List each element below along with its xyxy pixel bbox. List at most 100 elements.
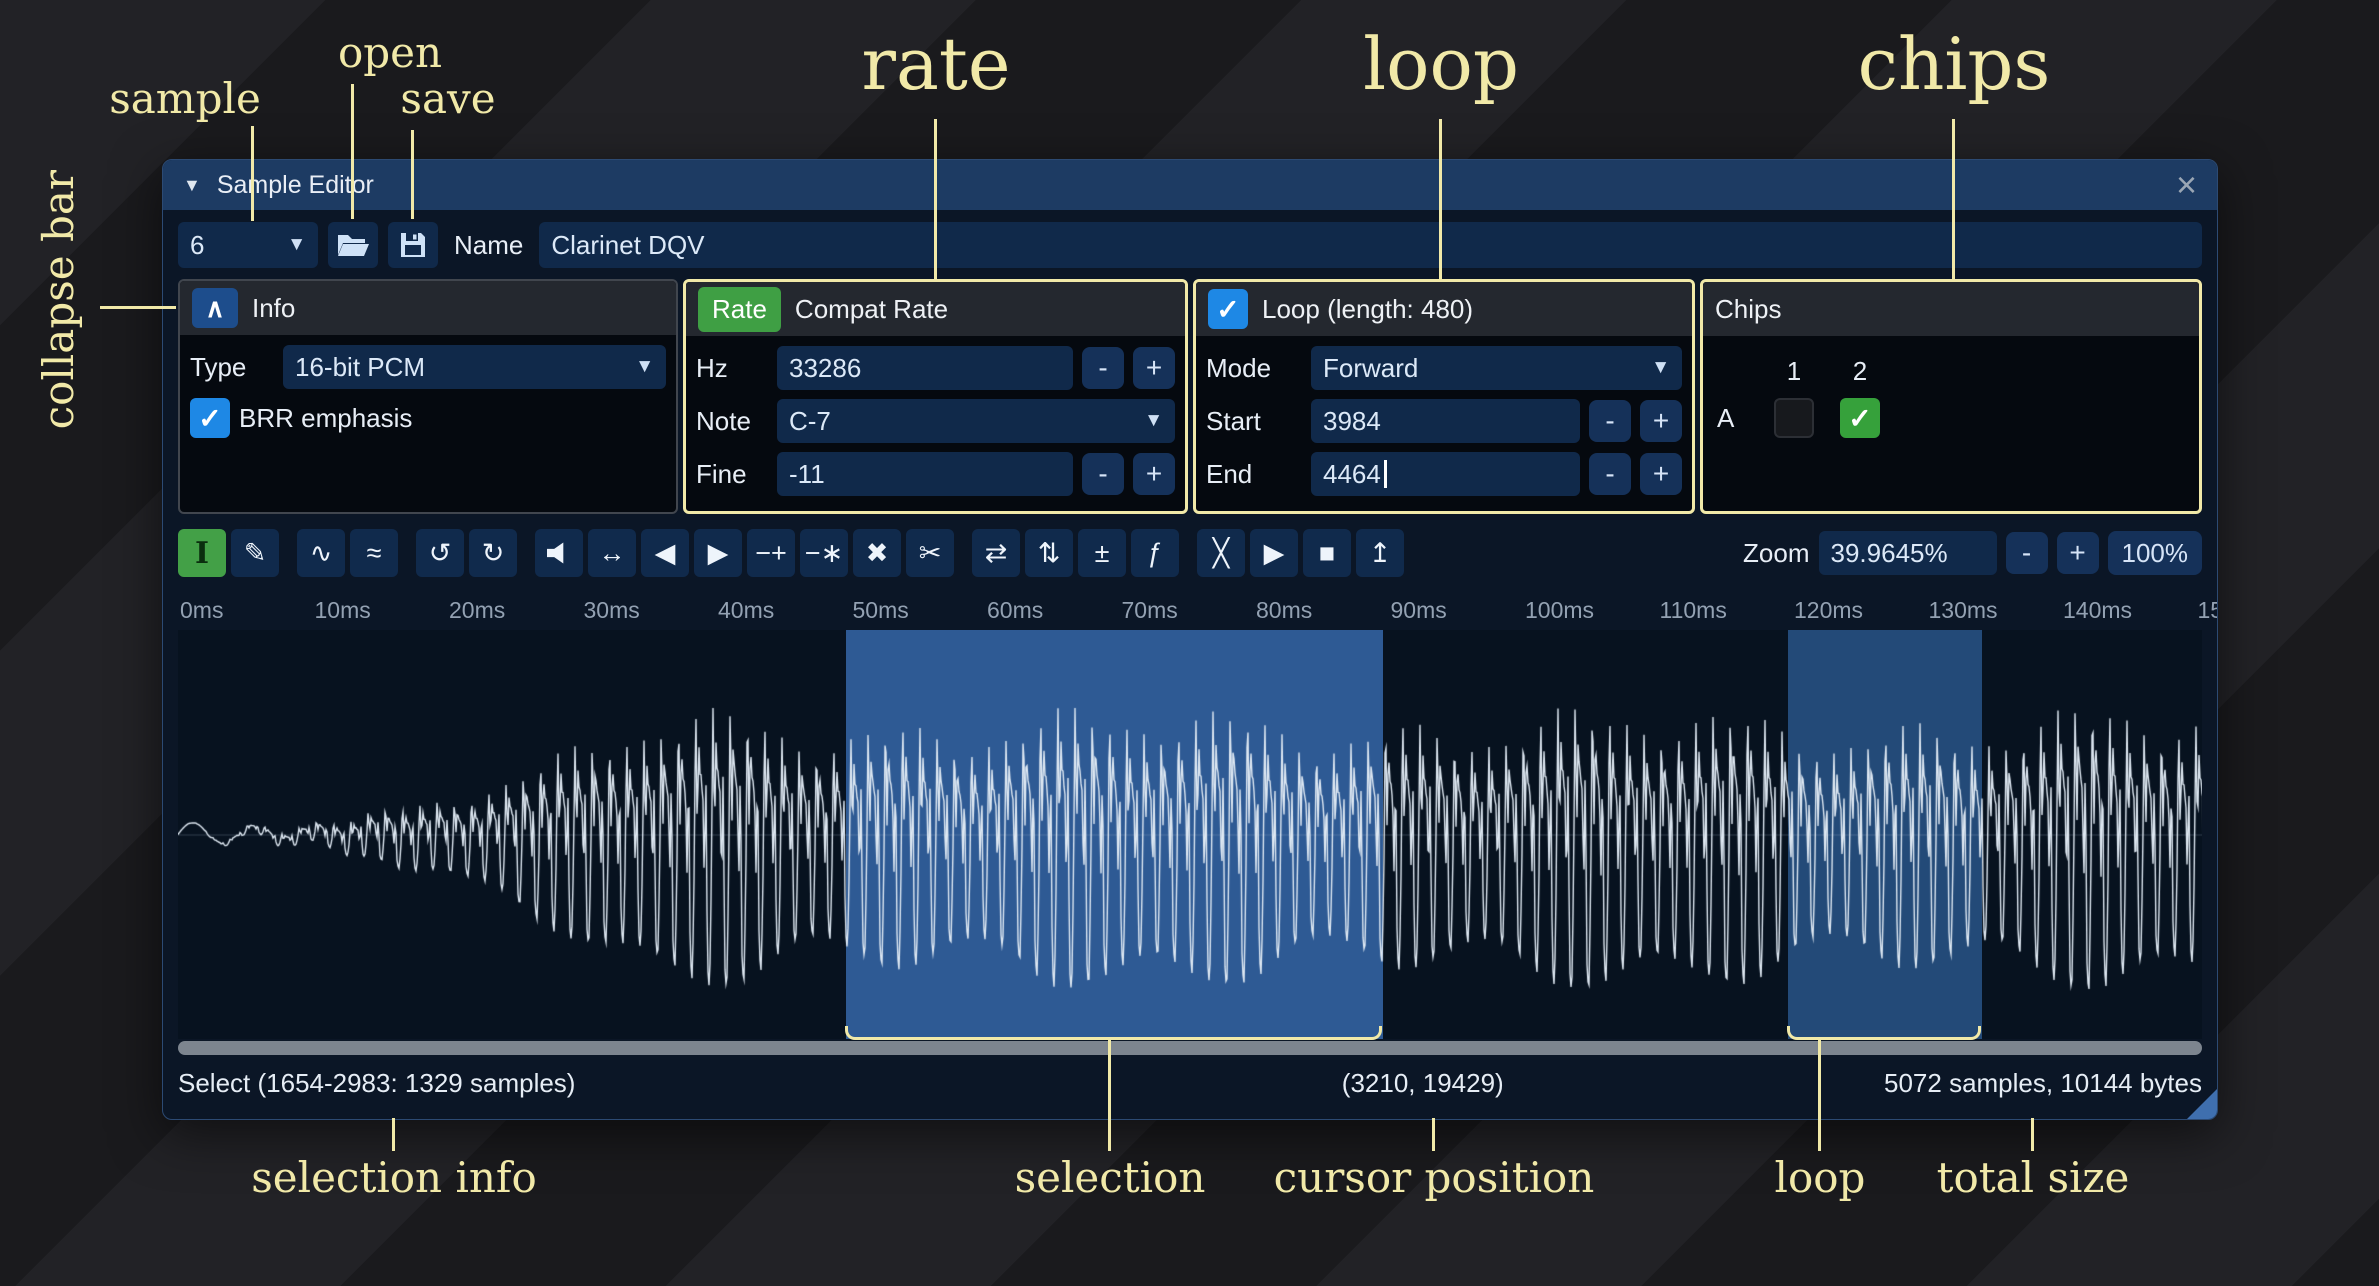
- hz-decrement-button[interactable]: -: [1082, 347, 1124, 389]
- loop-end-label: End: [1206, 459, 1302, 490]
- note-select[interactable]: C-7 ▼: [777, 399, 1175, 443]
- zoom-label: Zoom: [1743, 538, 1809, 569]
- time-label-40ms: 40ms: [718, 597, 774, 624]
- panels-row: ∧ Info Type 16-bit PCM ▼ ✓ BRR emphasis: [178, 279, 2202, 514]
- crossfade-button[interactable]: ╳: [1197, 529, 1245, 577]
- brr-emphasis-checkbox[interactable]: ✓: [190, 398, 230, 438]
- check-icon: ✓: [198, 402, 221, 435]
- redo-button[interactable]: ↻: [469, 529, 517, 577]
- loop-start-label: Start: [1206, 406, 1302, 437]
- waveform-canvas[interactable]: [178, 630, 2202, 1039]
- chevron-down-icon: ▼: [1641, 357, 1670, 379]
- time-label-140ms: 140ms: [2063, 597, 2132, 624]
- toolbar-group: ╳▶■↥: [1197, 529, 1404, 577]
- floppy-disk-icon: [399, 231, 427, 259]
- titlebar[interactable]: ▼ Sample Editor ×: [163, 160, 2217, 210]
- status-bar: Select (1654-2983: 1329 samples) (3210, …: [178, 1063, 2202, 1103]
- loop-start-input[interactable]: 3984: [1311, 399, 1580, 443]
- time-label-90ms: 90ms: [1391, 597, 1447, 624]
- filter-button[interactable]: ƒ: [1131, 529, 1179, 577]
- invert-button[interactable]: ⇅: [1025, 529, 1073, 577]
- note-value: C-7: [789, 406, 831, 437]
- zoom-in-button[interactable]: +: [2057, 532, 2099, 574]
- stop-preview-button[interactable]: ■: [1303, 529, 1351, 577]
- chip-2-checkbox[interactable]: ✓: [1840, 398, 1880, 438]
- trim-button[interactable]: ✂: [906, 529, 954, 577]
- sign-method-button[interactable]: ±: [1078, 529, 1126, 577]
- toolbar-group: ↔◀▶−+−∗✖✂: [535, 529, 954, 577]
- resample-button[interactable]: ∿: [297, 529, 345, 577]
- chevron-up-icon: ∧: [205, 293, 224, 324]
- annotation-line-selection: [1108, 1040, 1111, 1151]
- fine-decrement-button[interactable]: -: [1082, 453, 1124, 495]
- close-icon[interactable]: ×: [2176, 167, 2197, 203]
- chip-1-checkbox[interactable]: [1774, 398, 1814, 438]
- zoom-cluster: Zoom 39.9645% - + 100%: [1743, 531, 2202, 575]
- hz-value: 33286: [789, 353, 861, 384]
- rate-panel: Rate Compat Rate Hz 33286 - + Note C-7 ▼: [683, 279, 1188, 514]
- annotation-loop-top: loop: [1363, 22, 1519, 106]
- hz-label: Hz: [696, 353, 768, 384]
- select-tool-button[interactable]: I: [178, 529, 226, 577]
- brr-emphasis-label: BRR emphasis: [239, 403, 412, 434]
- info-panel-header: ∧ Info: [180, 281, 676, 335]
- amplify-button[interactable]: [535, 529, 583, 577]
- annotation-open: open: [338, 28, 442, 77]
- annotation-line-loop-top: [1439, 119, 1442, 279]
- type-select[interactable]: 16-bit PCM ▼: [283, 345, 666, 389]
- chips-panel-title: Chips: [1715, 294, 1781, 325]
- resize-handle[interactable]: [2187, 1089, 2217, 1119]
- normalize-button[interactable]: ↔: [588, 529, 636, 577]
- horizontal-scrollbar[interactable]: [178, 1041, 2202, 1055]
- loop-start-increment-button[interactable]: +: [1640, 400, 1682, 442]
- rate-panel-title: Compat Rate: [795, 294, 948, 325]
- annotation-chips: chips: [1858, 22, 2051, 106]
- fade-out-button[interactable]: ▶: [694, 529, 742, 577]
- fine-increment-button[interactable]: +: [1133, 453, 1175, 495]
- loop-start-decrement-button[interactable]: -: [1589, 400, 1631, 442]
- rate-button[interactable]: Rate: [698, 287, 781, 332]
- waveform-area[interactable]: [178, 630, 2202, 1039]
- annotation-line-open: [351, 84, 354, 219]
- create-wavetable-button[interactable]: ≈: [350, 529, 398, 577]
- sample-selector[interactable]: 6 ▼: [178, 222, 318, 268]
- chevron-down-icon: ▼: [625, 356, 654, 378]
- sample-number: 6: [190, 230, 204, 261]
- save-button[interactable]: [388, 222, 438, 268]
- loop-panel: ✓ Loop (length: 480) Mode Forward ▼ Star…: [1193, 279, 1695, 514]
- time-ruler: 0ms10ms20ms30ms40ms50ms60ms70ms80ms90ms1…: [178, 590, 2202, 630]
- window-collapse-icon[interactable]: ▼: [183, 175, 201, 196]
- loop-end-increment-button[interactable]: +: [1640, 453, 1682, 495]
- draw-tool-button[interactable]: ✎: [231, 529, 279, 577]
- hz-input[interactable]: 33286: [777, 346, 1073, 390]
- zoom-reset-button[interactable]: 100%: [2108, 531, 2203, 575]
- check-icon: ✓: [1216, 293, 1239, 326]
- delete-button[interactable]: ✖: [853, 529, 901, 577]
- chips-panel-header: Chips: [1703, 282, 2199, 336]
- loop-end-decrement-button[interactable]: -: [1589, 453, 1631, 495]
- fade-in-button[interactable]: ◀: [641, 529, 689, 577]
- zoom-input[interactable]: 39.9645%: [1819, 531, 1997, 575]
- annotation-line-loop-bottom: [1818, 1040, 1821, 1151]
- apply-silence-button[interactable]: −∗: [800, 529, 848, 577]
- fine-input[interactable]: -11: [777, 452, 1073, 496]
- loop-enabled-checkbox[interactable]: ✓: [1208, 289, 1248, 329]
- annotation-line-sample: [251, 126, 254, 221]
- loop-end-input[interactable]: 4464: [1311, 452, 1580, 496]
- info-panel: ∧ Info Type 16-bit PCM ▼ ✓ BRR emphasis: [178, 279, 678, 514]
- collapse-info-button[interactable]: ∧: [192, 288, 238, 328]
- preview-button[interactable]: ▶: [1250, 529, 1298, 577]
- reverse-button[interactable]: ⇄: [972, 529, 1020, 577]
- open-button[interactable]: [328, 222, 378, 268]
- name-value: Clarinet DQV: [551, 230, 704, 261]
- upload-button[interactable]: ↥: [1356, 529, 1404, 577]
- loop-mode-select[interactable]: Forward ▼: [1311, 346, 1682, 390]
- time-label-50ms: 50ms: [853, 597, 909, 624]
- time-label-100ms: 100ms: [1525, 597, 1594, 624]
- status-selection-info: Select (1654-2983: 1329 samples): [178, 1068, 575, 1099]
- hz-increment-button[interactable]: +: [1133, 347, 1175, 389]
- undo-button[interactable]: ↺: [416, 529, 464, 577]
- annotation-line-selection-info: [392, 1118, 395, 1151]
- insert-silence-button[interactable]: −+: [747, 529, 795, 577]
- zoom-out-button[interactable]: -: [2006, 532, 2048, 574]
